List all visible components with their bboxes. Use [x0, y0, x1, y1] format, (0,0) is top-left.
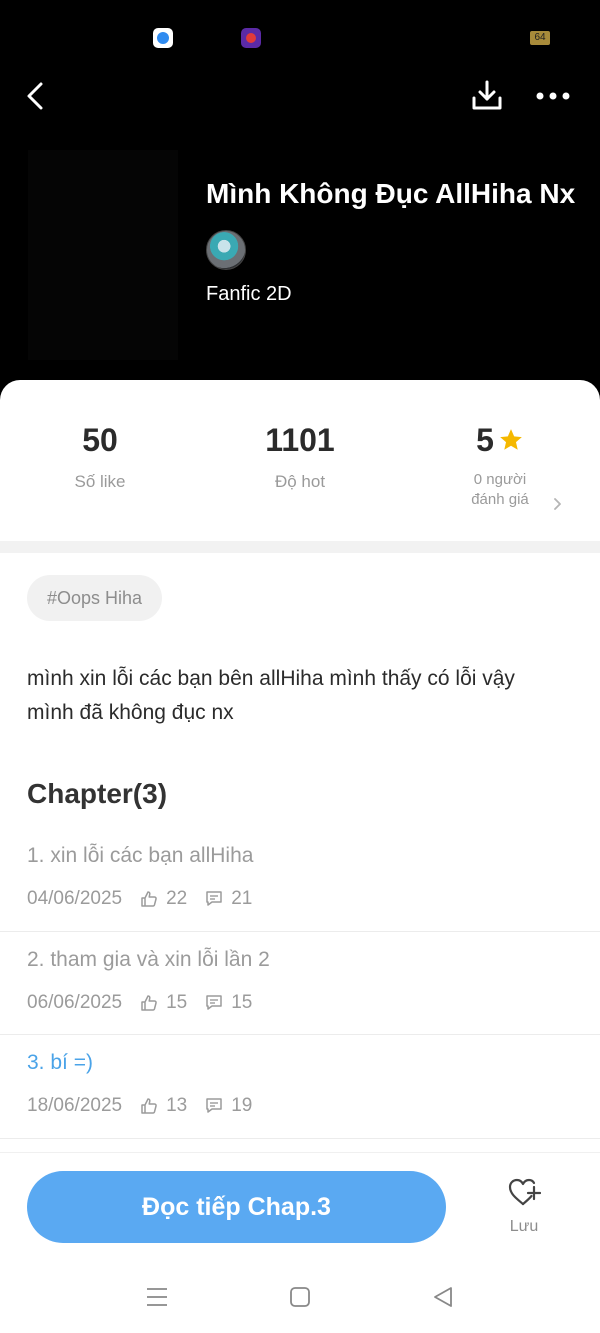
bottom-action-bar: Đọc tiếp Chap.3 Lưu	[0, 1152, 600, 1262]
chapter-meta: 04/06/2025 22 21	[27, 888, 252, 910]
story-cover[interactable]	[28, 150, 178, 360]
rating-label: 0 người đánh giá	[400, 470, 600, 510]
game-notification-icon	[241, 28, 261, 48]
thumbs-up-icon	[141, 994, 157, 1011]
hot-label: Độ hot	[274, 472, 326, 491]
chapter-comments: 19	[231, 1095, 253, 1116]
chapter-comments: 21	[231, 888, 253, 909]
story-stats: 50 Số like 1101 Độ hot 5 0 người đánh gi…	[0, 420, 600, 530]
chapter-likes: 13	[166, 1095, 188, 1116]
download-icon	[472, 80, 502, 110]
chapter-item[interactable]: 1. xin lỗi các bạn allHiha 04/06/2025 22…	[0, 828, 600, 932]
story-category[interactable]: Fanfic 2D	[206, 283, 292, 306]
chapter-likes: 15	[166, 991, 188, 1013]
system-back-button[interactable]	[428, 1282, 458, 1312]
chapter-likes: 22	[166, 888, 188, 909]
back-arrow-icon	[27, 82, 43, 110]
chapter-meta: 06/06/2025 15 15	[27, 992, 252, 1014]
more-icon	[536, 92, 570, 100]
likes-count: 50	[82, 422, 118, 458]
rating-value-row: 5	[400, 420, 600, 460]
rating-stat[interactable]: 5 0 người đánh giá	[400, 420, 600, 510]
chapter-item-current[interactable]: 3. bí =) 18/06/2025 13 19	[0, 1035, 600, 1139]
save-label: Lưu	[509, 1218, 539, 1235]
author-avatar[interactable]	[206, 230, 246, 270]
likes-label: Số like	[74, 472, 126, 491]
chapter-title: 2. tham gia và xin lỗi lần 2	[27, 947, 270, 971]
chapter-title: 1. xin lỗi các bạn allHiha	[27, 844, 254, 867]
story-header: 64 Mình Không Đục AllHiha Nx Fanfic 2D	[0, 0, 600, 420]
save-button[interactable]: Lưu	[494, 1177, 554, 1247]
rating-value: 5	[476, 422, 494, 458]
rating-label-line1: 0 người	[473, 471, 527, 488]
hot-stat: 1101 Độ hot	[200, 420, 400, 492]
system-navigation-bar	[0, 1262, 600, 1333]
star-icon	[500, 428, 522, 450]
download-button[interactable]	[465, 74, 509, 118]
home-button[interactable]	[285, 1282, 315, 1312]
story-title: Mình Không Đục AllHiha Nx	[206, 178, 576, 209]
menu-icon	[147, 1288, 167, 1306]
home-icon	[290, 1287, 310, 1307]
more-options-button[interactable]	[531, 74, 575, 118]
section-divider	[0, 541, 600, 553]
back-button[interactable]	[14, 74, 58, 118]
back-triangle-icon	[434, 1287, 452, 1307]
recent-apps-button[interactable]	[142, 1282, 172, 1312]
hot-count: 1101	[265, 422, 335, 458]
comment-icon	[206, 1098, 222, 1113]
status-bar: 64	[0, 22, 600, 52]
chapter-meta: 18/06/2025 13 19	[27, 1095, 252, 1117]
app-notification-icon	[153, 28, 173, 48]
rating-label-line2: đánh giá	[471, 491, 529, 508]
chapter-comments: 15	[231, 991, 253, 1013]
story-tag[interactable]: #Oops Hiha	[27, 575, 163, 621]
chapter-date: 18/06/2025	[27, 1095, 123, 1116]
chevron-right-icon[interactable]	[552, 496, 564, 512]
top-nav	[0, 70, 600, 122]
thumbs-up-icon	[141, 1098, 157, 1114]
chapter-list: 1. xin lỗi các bạn allHiha 04/06/2025 22…	[0, 828, 600, 1139]
story-description: mình xin lỗi các bạn bên allHiha mình th…	[27, 667, 515, 724]
likes-stat: 50 Số like	[0, 420, 200, 492]
chapter-heading: Chapter(3)	[27, 778, 168, 809]
chapter-title: 3. bí =)	[27, 1051, 93, 1074]
comment-icon	[206, 891, 222, 906]
heart-plus-icon	[508, 1178, 542, 1206]
thumbs-up-icon	[141, 891, 157, 907]
chapter-date: 06/06/2025	[27, 991, 123, 1013]
chapter-item[interactable]: 2. tham gia và xin lỗi lần 2 06/06/2025 …	[0, 932, 600, 1035]
comment-icon	[206, 994, 222, 1010]
chapter-date: 04/06/2025	[27, 888, 123, 909]
continue-reading-button[interactable]: Đọc tiếp Chap.3	[27, 1171, 446, 1243]
battery-icon: 64	[530, 31, 550, 45]
